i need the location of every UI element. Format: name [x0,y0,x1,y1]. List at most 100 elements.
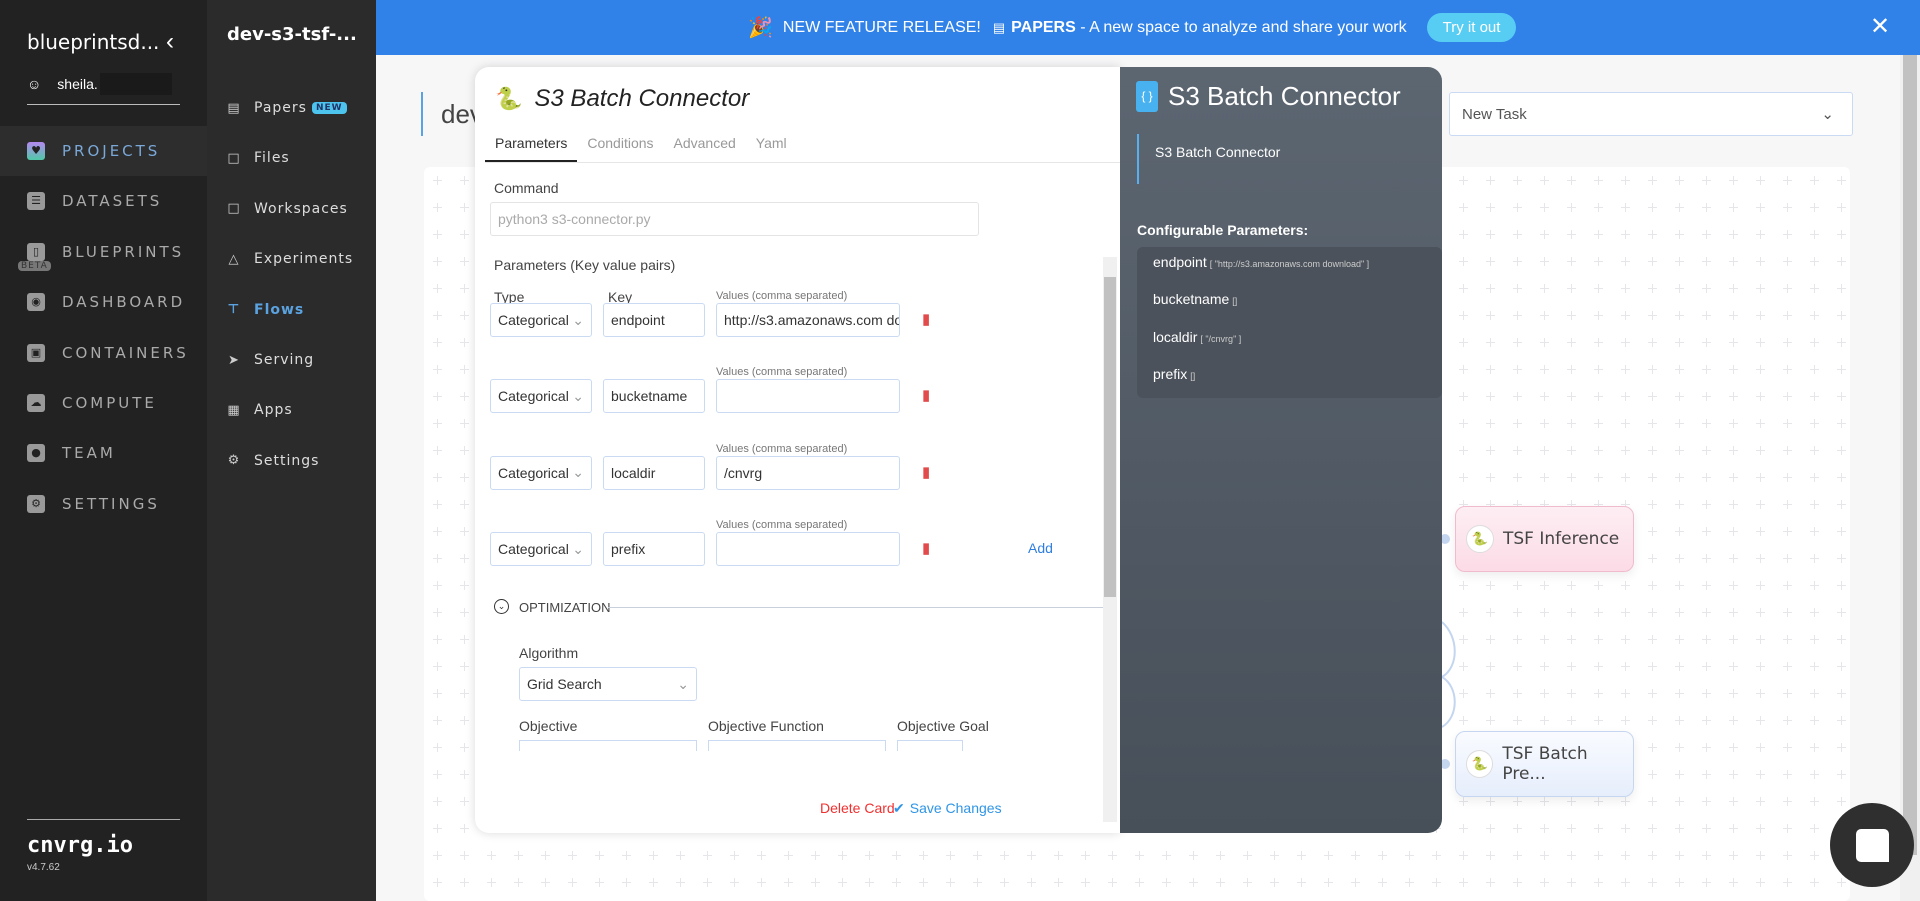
json-file-icon: { } [1136,81,1158,112]
project-nav-serving[interactable]: ➤ Serving [227,352,314,368]
clipboard-icon: □ [227,201,241,217]
project-nav-workspaces[interactable]: □ Workspaces [227,201,348,217]
values-label: Values (comma separated) [716,366,848,379]
param-value-input[interactable]: /cnvrg [716,455,900,490]
python-icon: 🐍 [495,86,523,111]
tab-yaml[interactable]: Yaml [746,127,797,162]
rocket-icon: ➤ [228,352,240,368]
param-type-select[interactable]: Categorical ⌄ [490,303,592,337]
project-nav-flows[interactable]: ⊤ Flows [227,302,304,318]
save-changes-button[interactable]: ✔ Save Changes [893,800,1002,817]
param-key-input[interactable]: bucketname [603,379,705,414]
sidebar-item-projects[interactable]: ♥ PROJECTS [0,126,207,176]
configurable-parameters-list: endpoint[ "http://s3.amazonaws.com downl… [1137,247,1442,398]
project-sidebar: dev-s3-tsf-... ▤ Papers NEW □ Files □ Workspac… [207,0,376,901]
delete-param-trash-icon[interactable]: ▮ [922,386,930,404]
delete-param-trash-icon[interactable]: ▮ [922,310,930,328]
close-banner-icon[interactable]: ✕ [1870,12,1890,41]
objective-function-select[interactable] [708,740,886,751]
chevron-down-icon: ⌄ [1821,106,1834,123]
param-type-select[interactable]: Categorical ⌄ [490,455,592,490]
version: v4.7.62 [27,862,60,873]
delete-card-button[interactable]: Delete Card [820,800,895,816]
collapse-chevron-icon[interactable]: ‹ [166,28,174,56]
param-item: prefix[] [1153,366,1196,382]
param-value-input[interactable] [716,532,900,567]
sidebar-item-dashboard[interactable]: ◉ DASHBOARD [0,277,207,327]
project-nav-apps[interactable]: ▦ Apps [227,402,293,418]
flow-node-tsf-batch[interactable]: 🐍 TSF Batch Pre... [1455,731,1634,797]
sidebar-item-containers[interactable]: ▣ CONTAINERS [0,328,207,378]
param-value-input[interactable]: http://s3.amazonaws.com download [716,303,900,337]
chevron-down-icon: ⌄ [572,464,584,481]
gear-icon: ⚙ [227,453,241,469]
new-task-select[interactable]: New Task ⌄ [1449,92,1853,136]
card-scrollbar[interactable] [1103,257,1117,822]
param-type-select[interactable]: Categorical ⌄ [490,532,592,567]
python-icon: 🐍 [1466,525,1494,553]
algorithm-select[interactable]: Grid Search ⌄ [519,667,697,701]
param-value-input[interactable] [716,379,900,414]
add-parameter-button[interactable]: Add [1028,540,1053,556]
user-icon: ☺ [27,76,42,92]
workspace-name[interactable]: blueprintsd... [27,30,159,54]
delete-param-trash-icon[interactable]: ▮ [922,463,930,481]
feature-banner: 🎉 NEW FEATURE RELEASE! ▤ PAPERS - A new … [376,0,1920,55]
param-type-select[interactable]: Categorical ⌄ [490,379,592,414]
chat-icon [1855,828,1889,862]
banner-feature: PAPERS [1011,18,1076,36]
chevron-down-icon: ⌄ [572,540,584,557]
param-key-input[interactable]: prefix [603,532,705,567]
tab-parameters[interactable]: Parameters [485,127,578,162]
books-icon: ▯ [27,242,45,261]
project-nav-experiments[interactable]: △ Experiments [227,251,353,267]
sidebar-item-compute[interactable]: ☁ COMPUTE [0,378,207,428]
delete-param-trash-icon[interactable]: ▮ [922,539,930,557]
command-input[interactable]: python3 s3-connector.py [490,202,979,236]
sidebar-item-settings[interactable]: ⚙ SETTINGS [0,479,207,529]
chevron-down-icon: ⌄ [572,387,584,404]
papers-icon: ▤ [992,19,1006,35]
project-nav-settings[interactable]: ⚙ Settings [227,453,319,469]
page-scrollbar[interactable] [1900,55,1920,901]
main-sidebar: blueprintsd... ‹ ☺ sheila. ♥ PROJECTS ☰ DATA… [0,0,207,901]
task-editor-card: 🐍 S3 Batch Connector Parameters Condition… [475,67,1120,833]
chat-launcher-button[interactable] [1830,803,1914,887]
database-icon: ☰ [27,192,45,211]
cloud-icon: ☁ [27,394,45,412]
objective-goal-label: Objective Goal [897,718,989,734]
divider [608,607,1103,608]
objective-label: Objective [519,718,578,734]
objective-goal-input[interactable] [897,740,963,751]
python-icon: 🐍 [1466,750,1494,778]
collapse-circle-icon[interactable]: ⌄ [494,599,509,614]
chevron-down-icon: ⌄ [677,675,689,692]
objective-input[interactable] [519,740,697,751]
sidebar-item-team[interactable]: ● TEAM [0,428,207,478]
param-key-input[interactable]: localdir [603,455,705,490]
user-name: sheila. [57,76,98,92]
grid-icon: ▦ [227,402,241,418]
configurable-parameters-label: Configurable Parameters: [1137,222,1309,238]
param-item: endpoint[ "http://s3.amazonaws.com downl… [1153,254,1370,270]
user-menu[interactable]: ☺ sheila. [27,73,172,95]
file-icon: □ [227,150,241,166]
sidebar-item-datasets[interactable]: ☰ DATASETS [0,176,207,226]
papers-icon: ▤ [227,100,241,116]
try-it-out-button[interactable]: Try it out [1426,13,1517,42]
users-icon: ● [27,444,45,463]
tab-advanced[interactable]: Advanced [664,127,746,162]
sidebar-item-blueprints[interactable]: ▯ BLUEPRINTS BETA [0,227,207,277]
project-nav-papers[interactable]: ▤ Papers NEW [227,100,347,116]
card-title: 🐍 S3 Batch Connector [495,85,750,112]
task-info-panel: { } S3 Batch Connector S3 Batch Connector… [1120,67,1442,833]
flow-node-tsf-inference[interactable]: 🐍 TSF Inference [1455,506,1634,572]
project-nav-files[interactable]: □ Files [227,150,290,166]
param-key-input[interactable]: endpoint [603,303,705,337]
divider [27,104,180,105]
tab-conditions[interactable]: Conditions [577,127,663,162]
beta-badge: BETA [18,260,51,271]
banner-lead: NEW FEATURE RELEASE! [782,18,981,36]
cnvrg-logo: cnvrg.io [27,833,133,858]
divider [27,819,180,820]
